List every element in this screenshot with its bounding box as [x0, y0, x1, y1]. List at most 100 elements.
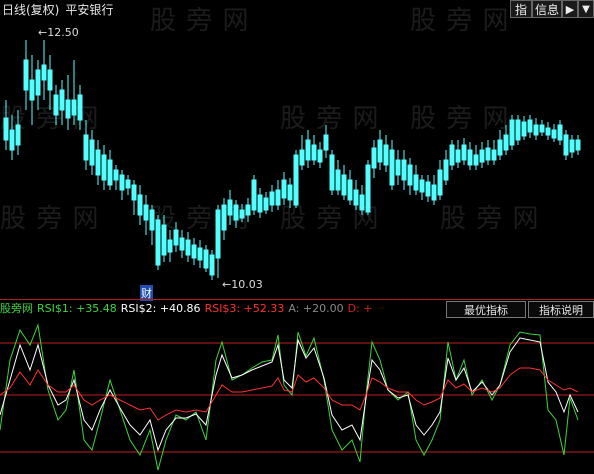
candle-body	[71, 99, 77, 116]
candle-body	[557, 124, 563, 141]
candle-body	[149, 209, 155, 231]
candle-body	[65, 99, 71, 119]
candle-body	[359, 194, 365, 211]
rsi2-value: RSI$2: +40.86	[120, 302, 201, 315]
candle-body	[233, 204, 239, 221]
candle-body	[431, 184, 437, 201]
candle-body	[323, 134, 329, 151]
candle-body	[407, 164, 413, 186]
candle-body	[335, 169, 341, 191]
d-value: D: +	[347, 302, 373, 315]
candle-body	[77, 94, 83, 121]
candle-body	[239, 209, 245, 219]
candle-body	[509, 119, 515, 146]
candle-body	[521, 121, 527, 137]
candle-body	[245, 204, 251, 216]
candle-body	[365, 164, 371, 213]
candle-body	[443, 159, 449, 181]
candle-body	[29, 79, 35, 101]
candle-body	[131, 184, 137, 201]
candle-body	[317, 149, 323, 163]
candle-body	[35, 69, 41, 96]
candlestick-chart	[0, 40, 594, 471]
candle-body	[95, 149, 101, 176]
candle-body	[371, 147, 377, 169]
candle-body	[353, 189, 359, 206]
candle-body	[545, 127, 551, 136]
candle-body	[3, 117, 9, 141]
candle-body	[83, 134, 89, 161]
candle-body	[221, 204, 227, 231]
candle-body	[437, 169, 443, 196]
candle-body	[485, 147, 491, 161]
candle-body	[575, 139, 581, 151]
candle-body	[257, 194, 263, 213]
candle-body	[347, 179, 353, 201]
candle-body	[425, 181, 431, 197]
candle-body	[161, 224, 167, 256]
candle-body	[41, 64, 47, 81]
candle-body	[311, 144, 317, 161]
candle-body	[383, 144, 389, 166]
candle-body	[185, 239, 191, 256]
candle-body	[9, 129, 15, 151]
candle-body	[179, 237, 185, 251]
candle-body	[305, 139, 311, 161]
candle-body	[341, 174, 347, 196]
candle-body	[215, 209, 221, 259]
candle-body	[461, 144, 467, 161]
candle-body	[119, 174, 125, 191]
candle-body	[395, 159, 401, 176]
rsi3-value: RSI$3: +52.33	[204, 302, 285, 315]
candle-body	[23, 59, 29, 91]
candle-body	[203, 249, 209, 269]
best-indicator-button[interactable]: 最优指标	[446, 301, 526, 318]
candle-body	[167, 239, 173, 253]
candle-body	[209, 254, 215, 276]
candle-body	[113, 169, 119, 181]
candle-body	[101, 154, 107, 181]
candle-body	[497, 139, 503, 156]
candle-body	[287, 184, 293, 201]
a-value: A: +20.00	[288, 302, 344, 315]
candle-body	[263, 197, 269, 211]
candle-body	[467, 149, 473, 166]
candle-body	[269, 191, 275, 206]
candle-body	[401, 159, 407, 181]
candle-body	[533, 124, 539, 136]
candle-body	[197, 247, 203, 261]
candle-body	[227, 199, 233, 216]
indicator-help-button[interactable]: 指标说明	[528, 301, 594, 318]
candle-body	[455, 149, 461, 163]
candle-body	[251, 179, 257, 211]
candle-body	[551, 129, 557, 139]
candle-body	[491, 149, 497, 161]
candle-body	[107, 159, 113, 186]
candle-body	[47, 69, 53, 91]
indicator-name[interactable]: 股旁网	[0, 302, 33, 315]
candle-body	[281, 179, 287, 199]
candle-body	[377, 139, 383, 163]
candle-body	[293, 154, 299, 206]
high-price-label: ←12.50	[38, 26, 79, 39]
candle-body	[479, 149, 485, 163]
candle-body	[473, 154, 479, 166]
candle-body	[143, 204, 149, 221]
candle-body	[299, 149, 305, 166]
candle-body	[125, 179, 131, 189]
candle-body	[59, 89, 65, 111]
candle-body	[569, 139, 575, 153]
candle-body	[503, 134, 509, 151]
candle-body	[413, 174, 419, 191]
candle-body	[89, 139, 95, 166]
chart-window: 股 旁 网 股 旁 网 股 旁 网 股 旁 网 股 旁 网 股 旁 网 股 旁 …	[0, 0, 594, 474]
rsi1-line	[0, 323, 579, 471]
candle-body	[563, 134, 569, 156]
candle-body	[15, 124, 21, 146]
candle-body	[527, 119, 533, 133]
candle-body	[539, 124, 545, 133]
candle-body	[389, 149, 395, 186]
low-price-label: ←10.03	[222, 278, 263, 291]
candle-body	[53, 94, 59, 116]
candle-body	[173, 229, 179, 246]
